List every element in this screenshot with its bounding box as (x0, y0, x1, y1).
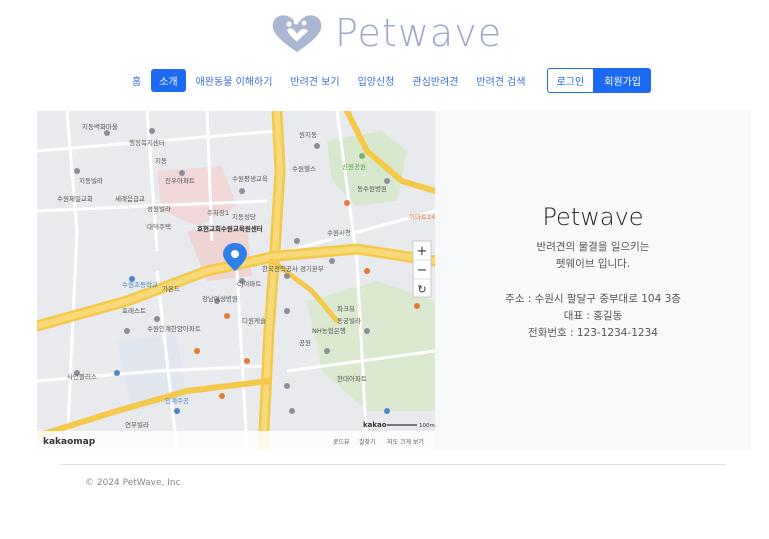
map-label: 지동 (155, 156, 167, 165)
scale-label: 100m (419, 423, 435, 429)
map-label: 성원빌라 (147, 204, 171, 213)
map-label: 행정복지센터 (129, 138, 165, 147)
zoom-out-button[interactable]: − (417, 263, 428, 278)
map-label: 수원인계한양아파트 (147, 324, 201, 333)
nav-adopt[interactable]: 입양신청 (350, 69, 403, 92)
map-label: 연무빌라 (125, 420, 149, 429)
brand[interactable]: Petwave (269, 8, 502, 58)
map-label: 강남여성병원 (202, 294, 238, 303)
map-label: 원지동 (299, 130, 317, 139)
map-label: CJ아파트 (237, 279, 261, 288)
company-slogan: 반려견의 물결을 일으키는 펫웨이브 입니다. (435, 239, 751, 273)
map-label: 지동빌라 (79, 176, 103, 185)
map-canvas[interactable]: 지동벽화마을 행정복지센터 지동 원지동 지동빌라 진우아파트 수원제일교회 세… (37, 111, 435, 450)
company-title: Petwave (542, 203, 644, 231)
map-label: 사인플러스 (67, 372, 97, 381)
nav-home[interactable]: 홈 (124, 69, 149, 92)
main-nav: 홈 소개 애완동물 이해하기 반려견 보기 입양신청 관심반려견 반려견 검색 … (123, 68, 651, 93)
nav-about[interactable]: 소개 (151, 69, 186, 92)
copyright-text: © 2024 PetWave, Inc (85, 478, 181, 488)
map-label: 세례음급교 (115, 194, 145, 203)
kakaomap-logo: kakaomap (43, 437, 96, 447)
map-label: 한국전력공사 경기본부 (262, 264, 324, 273)
map-label: 현대아파트 (337, 374, 367, 383)
phone-text: 전화번호 : 123-1234-1234 (528, 327, 658, 339)
footer-divider (60, 464, 726, 465)
map-label: 주차장1 (207, 208, 229, 217)
map-label: 수원평생교육 (232, 174, 268, 183)
map-label: 지동성당 (232, 212, 256, 221)
ceo-text: 대표 : 홍길동 (563, 310, 623, 322)
map-label: 호현교회수원교육원센터 (197, 224, 263, 233)
nav-understand-pets[interactable]: 애완동물 이해하기 (188, 69, 281, 92)
map-label: 디원케슬 (242, 316, 266, 325)
refresh-icon[interactable]: ↻ (417, 283, 426, 296)
map-label: 수원시청 (327, 228, 351, 237)
address-text: 주소 : 수원시 팔달구 중부대로 104 3층 (505, 293, 681, 305)
map-label: 동궁빌라 (337, 316, 361, 325)
nav-favorites[interactable]: 관심반려견 (404, 69, 466, 92)
enlarge-map-link[interactable]: 지도 크게 보기 (387, 438, 424, 446)
map-label: 이마트24 (409, 212, 435, 221)
auth-group: 로그인 회원가입 (546, 68, 651, 93)
map-label: 동수원병원 (357, 184, 387, 193)
roadview-link[interactable]: 로드뷰 (333, 439, 350, 446)
map-label: 진우아파트 (165, 176, 195, 185)
company-contact: 주소 : 수원시 팔달구 중부대로 104 3층 대표 : 홍길동 전화번호 :… (435, 291, 751, 342)
page: Petwave 홈 소개 애완동물 이해하기 반려견 보기 입양신청 관심반려견… (15, 0, 754, 539)
zoom-in-button[interactable]: + (417, 244, 428, 259)
heart-paw-logo-icon (272, 15, 322, 52)
brand-name: Petwave (335, 11, 503, 55)
map-label: 파크뷰 (337, 304, 355, 313)
map-label: NH농협은행 (312, 326, 346, 335)
map-label: 공원 (299, 338, 311, 347)
map-label: 수원초등학교 (122, 280, 158, 289)
kakao-label: kakao (363, 421, 387, 429)
company-info-panel: Petwave 반려견의 물결을 일으키는 펫웨이브 입니다. 주소 : 수원시… (435, 111, 751, 450)
join-button[interactable]: 회원가입 (594, 68, 651, 93)
map-label: 가온드 (162, 284, 180, 293)
login-button[interactable]: 로그인 (546, 68, 595, 93)
slogan-line-1: 반려견의 물결을 일으키는 (536, 241, 650, 253)
map-label: 포레스트 (122, 306, 146, 315)
directions-link[interactable]: 길찾기 (359, 438, 376, 446)
map-label: 지동벽화마을 (82, 122, 118, 131)
slogan-line-2: 펫웨이브 입니다. (555, 258, 631, 270)
map-label: 수원제일교회 (57, 194, 93, 203)
map-label: 신원공원 (342, 162, 366, 171)
nav-view-dogs[interactable]: 반려견 보기 (282, 69, 347, 92)
map-label: 대덕주택 (147, 222, 171, 231)
map-label: 인계주공 (165, 396, 189, 405)
map-label: 수원헬스 (292, 164, 316, 173)
kakao-map[interactable]: 지동벽화마을 행정복지센터 지동 원지동 지동빌라 진우아파트 수원제일교회 세… (37, 111, 435, 450)
nav-search[interactable]: 반려견 검색 (468, 69, 533, 92)
